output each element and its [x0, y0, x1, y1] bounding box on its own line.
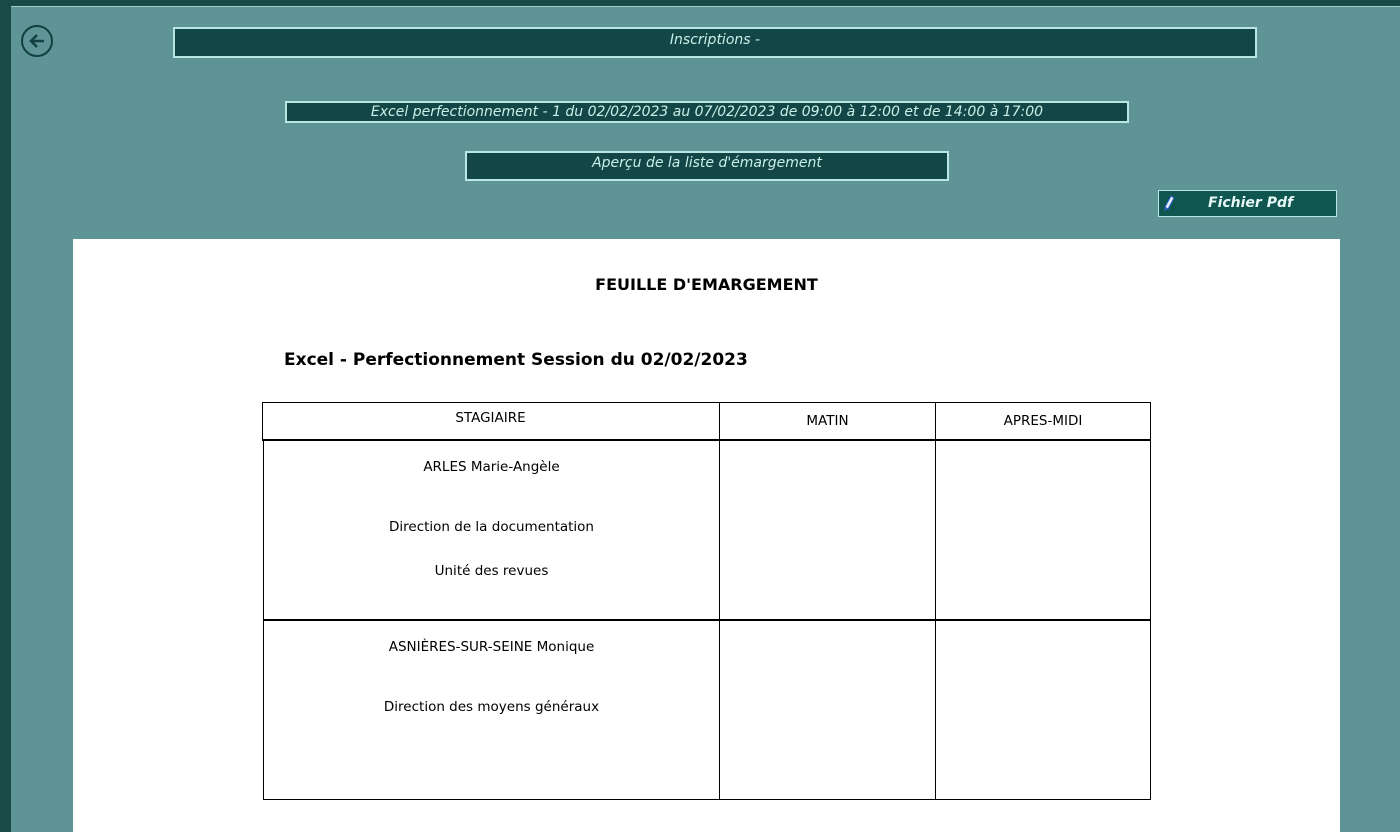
trainee-unit: Unité des revues	[434, 563, 549, 579]
arrow-left-icon	[29, 34, 44, 48]
column-header-stagiaire: STAGIAIRE	[455, 410, 526, 426]
page-title: Inscriptions -	[669, 32, 761, 48]
session-title: Excel - Perfectionnement Session du 02/0…	[284, 350, 748, 370]
pdf-file-button[interactable]: Fichier Pdf	[1158, 190, 1337, 217]
attendance-table: STAGIAIRE MATIN APRES-MIDI ARLES Marie-A…	[262, 402, 1151, 800]
trainee-direction: Direction de la documentation	[388, 519, 594, 535]
session-label-bar: Excel perfectionnement - 1 du 02/02/2023…	[285, 101, 1129, 123]
session-label: Excel perfectionnement - 1 du 02/02/2023…	[370, 104, 1044, 120]
trainee-name: ARLES Marie-Angèle	[423, 459, 560, 475]
apercu-label: Aperçu de la liste d'émargement	[592, 155, 822, 171]
column-header-matin: MATIN	[806, 413, 849, 429]
window-frame-left	[0, 0, 11, 832]
apercu-label-bar: Aperçu de la liste d'émargement	[465, 151, 949, 181]
window-frame-top-line	[11, 6, 1400, 7]
attendance-sheet: FEUILLE D'EMARGEMENT Excel - Perfectionn…	[73, 239, 1340, 832]
trainee-direction: Direction des moyens généraux	[383, 699, 600, 715]
pdf-button-label: Fichier Pdf	[1208, 195, 1294, 211]
page-title-bar: Inscriptions -	[173, 27, 1257, 58]
pencil-icon	[1164, 195, 1175, 211]
column-header-apres-midi: APRES-MIDI	[1003, 413, 1083, 429]
sheet-title: FEUILLE D'EMARGEMENT	[595, 275, 818, 294]
back-button[interactable]	[21, 25, 53, 57]
trainee-name: ASNIÈRES-SUR-SEINE Monique	[388, 639, 595, 655]
